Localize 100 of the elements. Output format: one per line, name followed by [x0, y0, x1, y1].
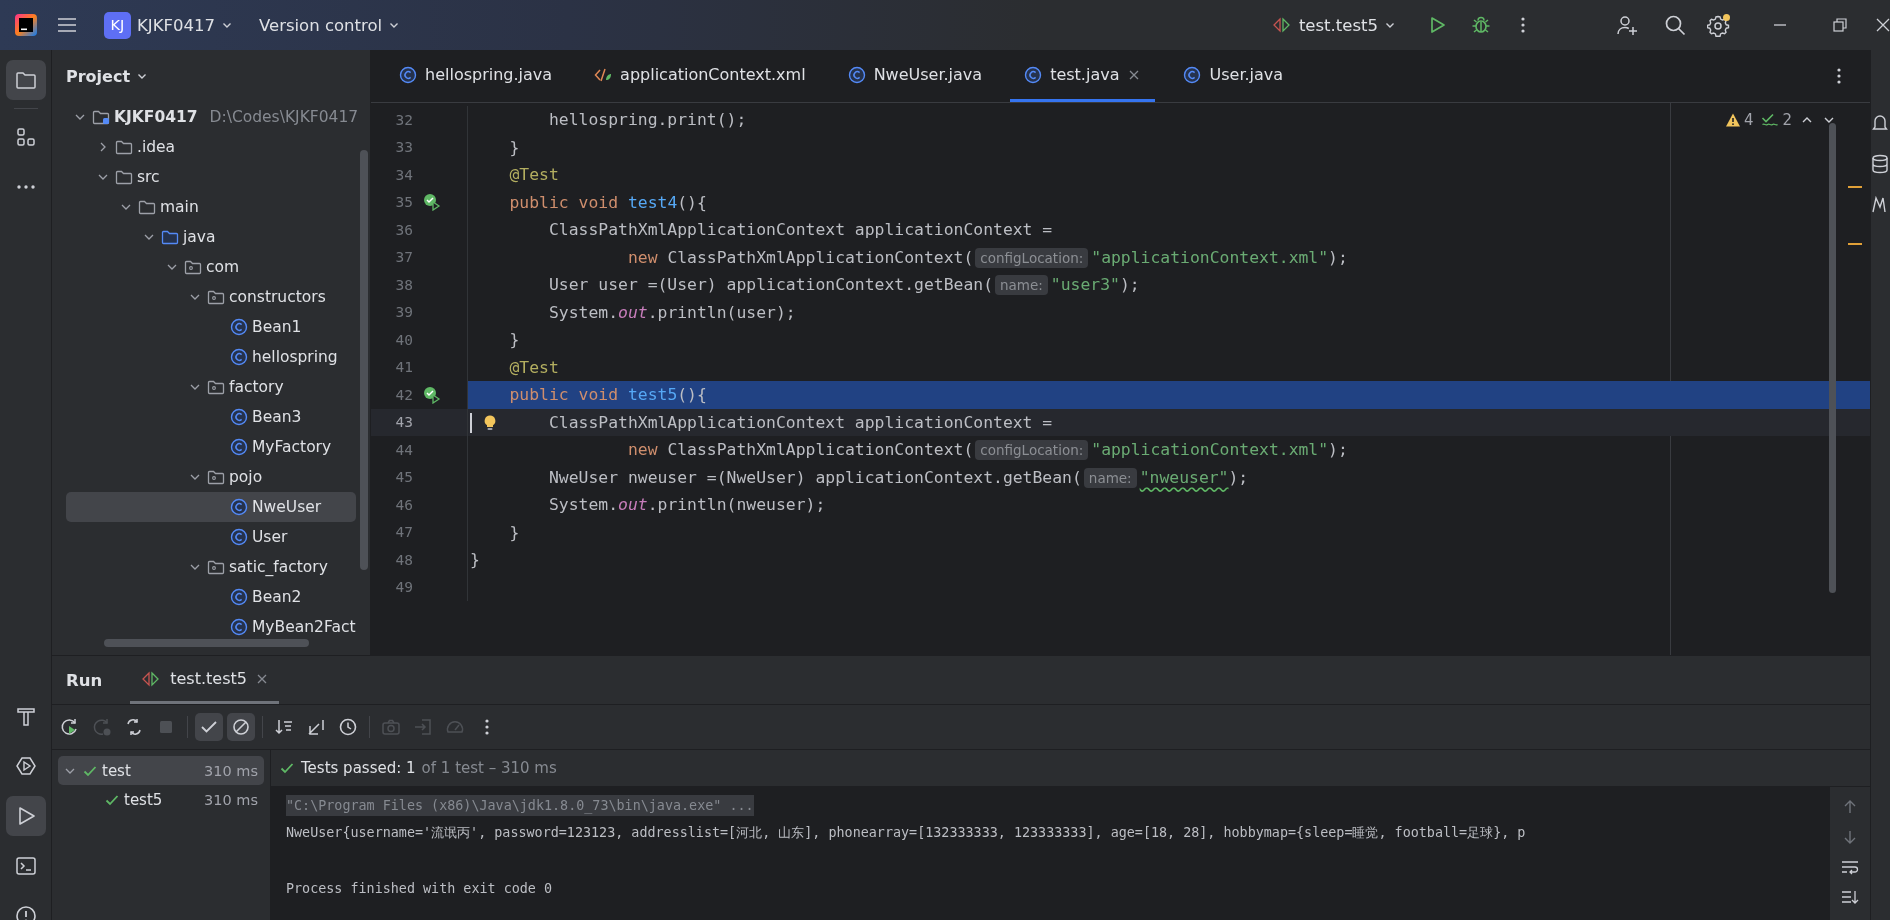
- tree-item[interactable]: .idea: [66, 132, 356, 162]
- project-tool-button[interactable]: [5, 60, 46, 100]
- project-view-selector[interactable]: Project: [66, 66, 149, 86]
- project-icon: [14, 69, 37, 91]
- scrollbar-thumb[interactable]: [1829, 123, 1836, 593]
- code-line: ClassPathXmlApplicationContext applicationContext =: [548, 220, 1053, 240]
- tree-item[interactable]: java: [66, 222, 356, 252]
- test-status: Tests passed: 1: [301, 759, 416, 777]
- code-line: User user =(User) applicationContext.getBean( name: "user3");: [548, 275, 1140, 295]
- line-number: 33: [394, 139, 413, 156]
- structure-icon: [14, 126, 37, 148]
- code-line: System.out.println(user);: [548, 302, 796, 322]
- class-icon: [230, 318, 248, 336]
- tree-item[interactable]: satic_factory: [66, 552, 356, 582]
- class-icon: [230, 348, 248, 366]
- tree-item[interactable]: hellospring: [66, 342, 356, 372]
- line-number: 49: [394, 579, 413, 596]
- panel-title: Run: [65, 669, 104, 692]
- history-icon: [338, 717, 358, 737]
- tree-item[interactable]: main: [66, 192, 356, 222]
- restore-icon[interactable]: [1833, 18, 1847, 32]
- run-tab[interactable]: test.test5: [130, 656, 279, 704]
- tree-item[interactable]: Bean2: [66, 582, 356, 612]
- run-configuration-selector[interactable]: test.test5: [1262, 9, 1404, 41]
- close-window-icon[interactable]: [1876, 18, 1890, 32]
- tree-item[interactable]: pojo: [66, 462, 356, 492]
- editor-tab[interactable]: hellospring.java: [385, 50, 567, 102]
- class-icon: [1024, 65, 1043, 84]
- test-tree-item[interactable]: test5 310 ms: [58, 785, 264, 814]
- lightbulb-icon[interactable]: [482, 413, 498, 432]
- class-icon: [230, 498, 248, 516]
- class-icon: [399, 65, 417, 84]
- tree-item[interactable]: src: [66, 162, 356, 192]
- folder-icon: [115, 168, 133, 186]
- tree-item[interactable]: KJKF0417 D:\Codes\KJKF0417: [66, 102, 359, 132]
- tree-item[interactable]: factory: [66, 372, 356, 402]
- tree-item[interactable]: MyFactory: [66, 432, 356, 462]
- tree-item[interactable]: NweUser: [66, 492, 356, 522]
- line-number: 37: [394, 249, 413, 266]
- tree-item[interactable]: User: [66, 522, 356, 552]
- line-number: 43: [394, 414, 413, 431]
- soft-wrap-icon[interactable]: [1841, 859, 1859, 875]
- tree-item[interactable]: Bean3: [66, 402, 356, 432]
- show-passed-button[interactable]: [195, 713, 223, 741]
- import-icon: [413, 717, 433, 737]
- rerun-icon: [60, 717, 80, 737]
- version-control-menu[interactable]: Version control: [251, 9, 409, 41]
- code-line: }: [509, 137, 520, 157]
- add-user-icon[interactable]: [1616, 14, 1638, 36]
- module-folder-icon: [92, 108, 110, 126]
- package-icon: [207, 468, 225, 486]
- code-line: NweUser nweuser =(NweUser) applicationContext.getBean( name: "nweuser");: [548, 467, 1249, 487]
- scroll-to-end-icon[interactable]: [1841, 889, 1859, 905]
- editor-tab[interactable]: User.java: [1169, 50, 1298, 102]
- menu-icon[interactable]: [57, 17, 77, 33]
- code-line: @Test: [509, 165, 559, 185]
- class-icon: [230, 438, 248, 456]
- more-icon[interactable]: [1520, 15, 1526, 35]
- tree-item[interactable]: Bean1: [66, 312, 356, 342]
- editor-tab[interactable]: test.java: [1010, 50, 1156, 102]
- warning-marker[interactable]: [1848, 243, 1862, 245]
- bell-icon[interactable]: [1871, 112, 1889, 132]
- more-icon[interactable]: [1836, 66, 1842, 86]
- services-icon: [14, 755, 37, 777]
- warning-marker[interactable]: [1848, 186, 1862, 188]
- database-icon[interactable]: [1871, 154, 1889, 174]
- run-tool-button[interactable]: [5, 796, 46, 836]
- tree-item[interactable]: MyBean2Fact: [66, 612, 356, 642]
- settings-icon[interactable]: [1707, 13, 1731, 37]
- inspection-widget[interactable]: 4 2: [1724, 111, 1836, 129]
- warning-icon: [1724, 112, 1741, 128]
- project-switcher[interactable]: KJ KJKF0417: [96, 5, 241, 45]
- toggle-auto-icon: [124, 717, 144, 737]
- line-number: 34: [394, 166, 413, 183]
- code-line: }: [470, 550, 480, 570]
- test-passed-run-icon[interactable]: [423, 193, 441, 212]
- code-line: }: [509, 330, 520, 350]
- source-folder-icon: [161, 228, 179, 246]
- arrow-up-icon[interactable]: [1842, 799, 1858, 815]
- rerun-failed-icon: [92, 717, 112, 737]
- folder-icon: [115, 138, 133, 156]
- tree-item[interactable]: com: [66, 252, 356, 282]
- console-output-line: NweUser{username='流氓丙', password=123123, addresslist=[河北, 山东], phonearray=[132333333, 123333333], age=[18, 28], hobbymap={sleep=睡觉, football=足球}, p: [286, 824, 1526, 843]
- editor-tab[interactable]: NweUser.java: [833, 50, 997, 102]
- m-icon[interactable]: [1871, 196, 1887, 214]
- class-icon: [230, 588, 248, 606]
- test-duration: 310 ms: [204, 762, 258, 779]
- bug-icon[interactable]: [1471, 15, 1491, 35]
- test-tree-item[interactable]: test 310 ms: [58, 756, 264, 785]
- show-ignored-button[interactable]: [227, 713, 255, 741]
- search-icon[interactable]: [1664, 14, 1686, 36]
- tree-item[interactable]: constructors: [66, 282, 356, 312]
- arrow-down-icon[interactable]: [1842, 829, 1858, 845]
- test-summary: of 1 test – 310 ms: [421, 759, 557, 777]
- camera-icon: [381, 717, 401, 737]
- scrollbar-thumb[interactable]: [104, 639, 309, 647]
- scrollbar-thumb[interactable]: [360, 150, 368, 570]
- line-number: 46: [394, 496, 413, 513]
- editor-tab[interactable]: applicationContext.xml: [580, 50, 820, 102]
- test-passed-run-icon[interactable]: [423, 385, 441, 404]
